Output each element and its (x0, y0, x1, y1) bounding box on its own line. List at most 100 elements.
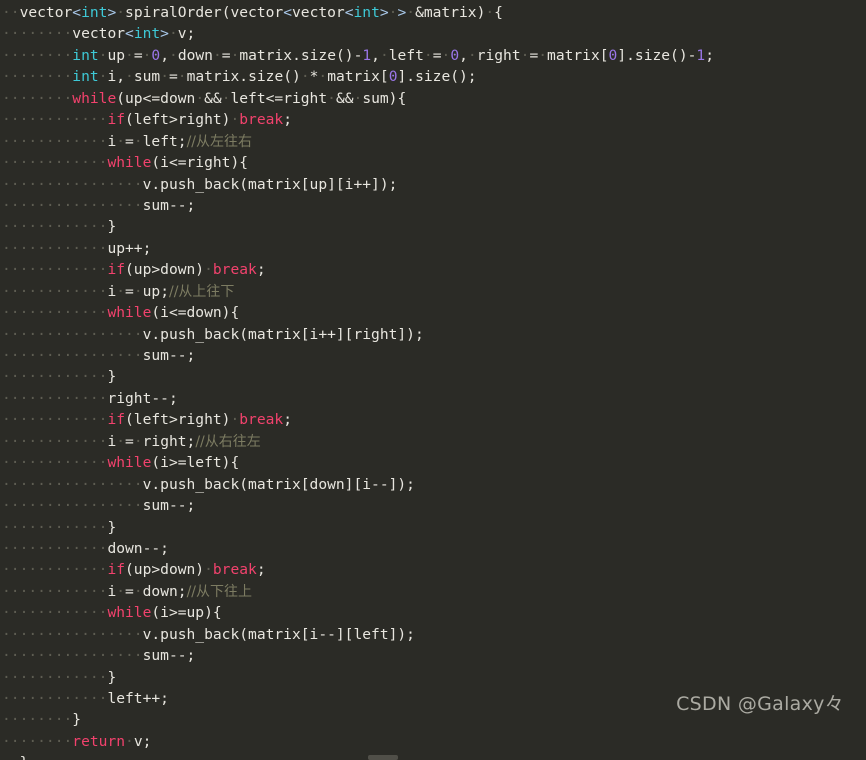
token-pln: left<=right (230, 89, 328, 107)
token-num: 1 (696, 46, 706, 64)
token-pln: left; (142, 132, 187, 150)
token-pln: = (133, 46, 143, 64)
code-line: ················v.push_back(matrix[up][i… (0, 174, 866, 195)
token-pln: (left>right) (125, 111, 231, 129)
token-pln: i (107, 282, 117, 300)
token-pln: left (388, 46, 424, 64)
token-kw: while (107, 604, 152, 622)
token-kw: while (107, 154, 152, 172)
token-pln: (i>=up){ (151, 604, 222, 622)
token-pln: right (476, 46, 521, 64)
indent-whitespace: ········ (2, 68, 73, 86)
token-pln: ; (283, 411, 292, 429)
token-pln: (i<=down){ (151, 304, 240, 322)
token-pln: i (107, 132, 117, 150)
token-kw: break (239, 411, 284, 429)
indent-whitespace: ············ (2, 518, 108, 536)
token-ang: < (125, 25, 134, 43)
indent-whitespace: ················ (2, 497, 143, 515)
code-editor[interactable]: ··vector<int>·spiralOrder(vector<vector<… (0, 0, 866, 760)
indent-whitespace: ········ (2, 732, 73, 750)
indent-whitespace: ············ (2, 132, 108, 150)
token-pln: left++; (107, 690, 169, 707)
token-pln: (up<=down (116, 89, 196, 107)
indent-whitespace: ················ (2, 625, 143, 643)
code-line: ············} (0, 366, 866, 387)
token-pln: ; (256, 561, 266, 579)
token-ws: · (116, 432, 126, 450)
indent-whitespace: ················ (2, 647, 143, 665)
token-pln: matrix.size() (186, 68, 301, 86)
token-cmt: //从上往下 (168, 283, 235, 300)
token-ws: · (125, 732, 134, 750)
horizontal-scrollbar-thumb[interactable] (368, 755, 398, 760)
token-pln: } (20, 754, 29, 760)
token-ws: · (116, 582, 126, 600)
code-line: ············while(i<=right){ (0, 152, 866, 173)
code-line: ········while(up<=down·&&·left<=right·&&… (0, 88, 866, 109)
token-pln: vector (292, 4, 345, 21)
token-ws: · (169, 46, 178, 64)
token-kw: while (72, 89, 117, 107)
code-line: ············while(i>=up){ (0, 602, 866, 623)
indent-whitespace: ············ (2, 604, 108, 622)
token-num: 1 (362, 46, 372, 64)
token-ws: · (327, 89, 336, 107)
token-pln: spiralOrder(vector (125, 4, 284, 21)
token-typ: int (133, 25, 161, 43)
token-ws: · (353, 89, 363, 107)
indent-whitespace: ············ (2, 432, 108, 450)
token-pln: sum--; (142, 196, 196, 214)
token-ws: · (116, 4, 126, 21)
token-ws: · (125, 46, 134, 64)
token-pln: } (107, 518, 117, 536)
code-line: ············i·=·up;//从上往下 (0, 281, 866, 302)
token-typ: int (72, 68, 99, 86)
indent-whitespace: ············ (2, 218, 108, 236)
token-ws: · (168, 25, 178, 43)
indent-whitespace: ············ (2, 111, 108, 129)
code-line: ············if(up>down)·break; (0, 259, 866, 280)
code-line: ············if(left>right)·break; (0, 409, 866, 430)
code-line: ················sum--; (0, 495, 866, 516)
indent-whitespace: ············ (2, 304, 108, 322)
indent-whitespace: ················ (2, 475, 143, 493)
token-ws: · (204, 261, 213, 279)
token-pln: (up>down) (125, 561, 205, 579)
indent-whitespace: ············ (2, 539, 108, 557)
token-kw: if (107, 561, 126, 579)
code-line: ················sum--; (0, 195, 866, 216)
code-line: ············right--; (0, 388, 866, 409)
indent-whitespace: ············ (2, 561, 108, 579)
token-pln: up++; (107, 239, 152, 257)
indent-whitespace: ············ (2, 389, 108, 407)
token-pln: = (432, 46, 442, 64)
code-content[interactable]: ··vector<int>·spiralOrder(vector<vector<… (0, 2, 866, 760)
indent-whitespace: ············ (2, 454, 108, 472)
token-ang: > (379, 4, 389, 21)
token-pln: ].size()- (617, 46, 697, 64)
indent-whitespace: ············ (2, 582, 108, 600)
code-line: ············while(i<=down){ (0, 302, 866, 323)
indent-whitespace: ········ (2, 25, 73, 43)
token-ang: > (397, 4, 407, 21)
token-pln: sum--; (142, 497, 196, 515)
code-line: ············} (0, 667, 866, 688)
token-ws: · (133, 282, 143, 300)
token-num: 0 (388, 68, 398, 86)
token-pln: right--; (107, 389, 178, 407)
token-ws: · (116, 282, 126, 300)
token-pln: = (125, 132, 134, 150)
indent-whitespace: ············ (2, 261, 108, 279)
token-pln: v.push_back(matrix[i++][right]); (142, 325, 424, 343)
token-pln: up; (142, 282, 169, 300)
indent-whitespace: ············ (2, 690, 108, 707)
token-pln: } (72, 711, 82, 729)
token-pln: , (371, 46, 380, 64)
code-line: ············if(left>right)·break; (0, 109, 866, 130)
token-pln: ].size(); (397, 68, 477, 86)
token-ws: · (133, 582, 143, 600)
token-ws: · (133, 132, 143, 150)
token-pln: } (107, 668, 117, 686)
token-pln: , (160, 46, 170, 64)
